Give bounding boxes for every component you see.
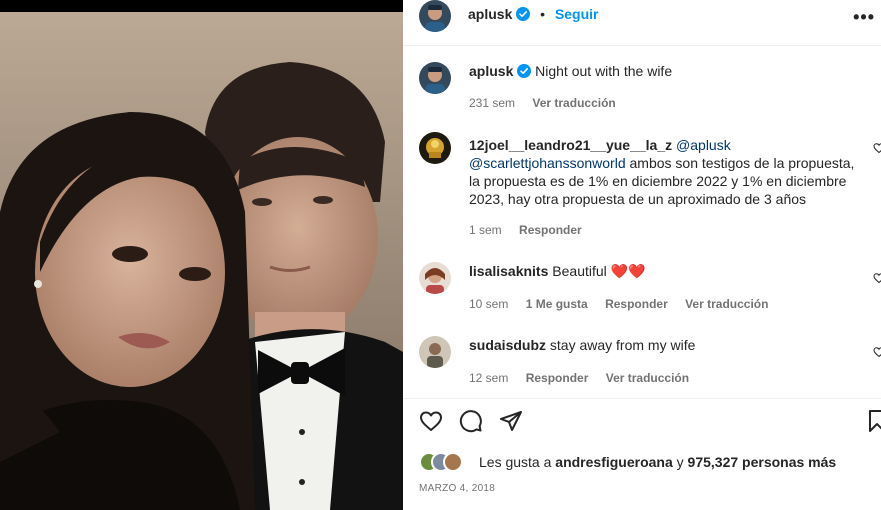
post-header: aplusk • Seguir ••• <box>403 0 881 46</box>
commenter-avatar[interactable] <box>419 132 451 164</box>
heart-icon[interactable] <box>419 409 443 433</box>
comment-text: 12joel__leandro21__yue__la_z @aplusk @sc… <box>469 136 867 208</box>
commenter-username[interactable]: sudaisdubz <box>469 337 546 353</box>
comment-item: 12joel__leandro21__yue__la_z @aplusk @sc… <box>403 128 881 243</box>
post-viewer: aplusk • Seguir ••• aplusk Night out wit… <box>0 0 881 510</box>
commenter-username[interactable]: lisalisaknits <box>469 263 548 279</box>
mention-link[interactable]: @aplusk <box>676 137 731 153</box>
reply-button[interactable]: Responder <box>519 223 582 237</box>
caption-body: Night out with the wife <box>535 63 673 79</box>
comment-meta: 1 sem Responder <box>469 223 596 237</box>
comment-age: 1 sem <box>469 223 502 237</box>
comment-age: 10 sem <box>469 297 509 311</box>
reply-button[interactable]: Responder <box>605 297 668 311</box>
liker-avatar[interactable] <box>443 452 463 472</box>
action-bar <box>403 398 881 444</box>
commenter-avatar[interactable] <box>419 336 451 368</box>
comment-meta: 12 sem Responder Ver traducción <box>469 371 703 385</box>
comment-meta: 10 sem 1 Me gusta Responder Ver traducci… <box>469 297 782 311</box>
post-date[interactable]: MARZO 4, 2018 <box>419 483 495 494</box>
more-icon[interactable]: ••• <box>853 7 875 28</box>
comment-icon[interactable] <box>459 409 483 433</box>
reply-button[interactable]: Responder <box>526 371 589 385</box>
verified-icon <box>516 7 531 21</box>
mention-link[interactable]: @scarlettjohanssonworld <box>469 155 626 171</box>
comment-item: lisalisaknits Beautiful ❤️❤️ 10 sem 1 Me… <box>403 258 881 318</box>
comment-text: sudaisdubz stay away from my wife <box>469 336 867 354</box>
comment-like-icon[interactable] <box>873 346 881 358</box>
follow-button[interactable]: Seguir <box>555 6 599 22</box>
caption-text: aplusk Night out with the wife <box>469 62 867 80</box>
likes-connector: y <box>676 454 684 470</box>
heart-emoji: ❤️❤️ <box>610 263 646 279</box>
comment-like-icon[interactable] <box>873 142 881 154</box>
translate-link[interactable]: Ver traducción <box>685 297 768 311</box>
commenter-username[interactable]: 12joel__leandro21__yue__la_z <box>469 137 672 153</box>
verified-icon <box>517 64 532 78</box>
share-icon[interactable] <box>499 409 523 433</box>
post-details-panel: aplusk • Seguir ••• aplusk Night out wit… <box>403 0 881 510</box>
likes-summary: Les gusta a andresfigueroana y 975,327 p… <box>419 450 879 474</box>
bookmark-icon[interactable] <box>865 409 881 433</box>
separator-dot: • <box>540 6 546 22</box>
caption-avatar[interactable] <box>419 62 451 94</box>
caption-age: 231 sem <box>469 96 516 110</box>
author-avatar[interactable] <box>419 0 451 32</box>
comment-age: 12 sem <box>469 371 509 385</box>
caption-meta: 231 sem Ver traducción <box>469 96 630 110</box>
comment-item: sudaisdubz stay away from my wife 12 sem… <box>403 332 881 392</box>
comment-body: stay away from my wife <box>549 337 696 353</box>
liker-username[interactable]: andresfigueroana <box>555 454 672 470</box>
likes-others-count[interactable]: 975,327 personas más <box>688 454 837 470</box>
comment-text: lisalisaknits Beautiful ❤️❤️ <box>469 262 867 280</box>
comment-body: Beautiful <box>552 263 607 279</box>
likes-prefix: Les gusta a <box>479 454 552 470</box>
comment-like-icon[interactable] <box>873 272 881 284</box>
commenter-avatar[interactable] <box>419 262 451 294</box>
caption-username[interactable]: aplusk <box>469 63 513 79</box>
caption: aplusk Night out with the wife 231 sem V… <box>403 58 881 118</box>
header-user-row: aplusk • Seguir <box>468 6 599 22</box>
caption-translate-link[interactable]: Ver traducción <box>532 96 615 110</box>
likes-text: Les gusta a andresfigueroana y 975,327 p… <box>479 454 836 470</box>
translate-link[interactable]: Ver traducción <box>606 371 689 385</box>
post-photo[interactable] <box>0 12 403 510</box>
author-username[interactable]: aplusk <box>468 6 512 22</box>
comment-likes-count[interactable]: 1 Me gusta <box>526 297 588 311</box>
